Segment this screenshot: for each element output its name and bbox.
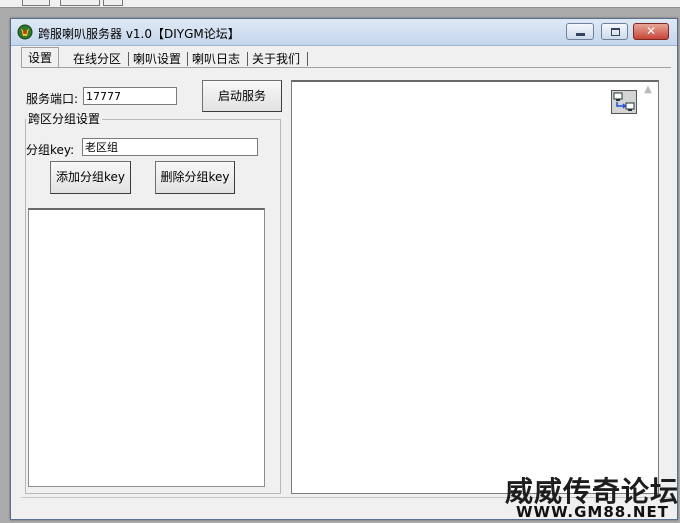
tab-horn-log[interactable]: 喇叭日志: [192, 50, 240, 68]
app-logo-icon: [17, 24, 33, 40]
delete-group-key-button[interactable]: 删除分组key: [155, 161, 235, 194]
network-connection-icon: [611, 90, 637, 114]
maximize-icon: [611, 28, 620, 36]
tab-separator: [247, 52, 248, 66]
cross-zone-group-title: 跨区分组设置: [26, 110, 103, 127]
tab-online-zones[interactable]: 在线分区: [73, 50, 121, 68]
background-fragment: [60, 0, 100, 6]
tab-separator: [307, 52, 308, 66]
scroll-up-arrow-icon[interactable]: ▲: [641, 83, 655, 97]
app-window: 跨服喇叭服务器 v1.0【DIYGM论坛】 ✕ 设置 在线分区 喇叭设置 喇叭日…: [10, 18, 678, 520]
close-icon: ✕: [645, 24, 657, 38]
add-group-key-button[interactable]: 添加分组key: [50, 161, 131, 194]
tab-separator: [128, 52, 129, 66]
tab-about-us[interactable]: 关于我们: [252, 50, 300, 68]
minimize-icon: [576, 33, 585, 36]
maximize-button[interactable]: [601, 23, 628, 40]
group-key-list[interactable]: [28, 208, 265, 487]
tab-horn-settings[interactable]: 喇叭设置: [133, 50, 181, 68]
window-title: 跨服喇叭服务器 v1.0【DIYGM论坛】: [38, 27, 240, 41]
group-key-label: 分组key:: [26, 143, 75, 157]
watermark-url: WWW.GM88.NET: [516, 503, 669, 521]
tab-separator: [187, 52, 188, 66]
service-port-label: 服务端口:: [26, 92, 79, 106]
minimize-button[interactable]: [566, 23, 594, 40]
tab-settings[interactable]: 设置: [21, 47, 60, 68]
service-port-input[interactable]: [83, 87, 177, 105]
group-key-input[interactable]: [82, 138, 258, 156]
title-bar[interactable]: 跨服喇叭服务器 v1.0【DIYGM论坛】 ✕: [11, 19, 677, 46]
background-fragment: [103, 0, 123, 6]
start-service-button[interactable]: 启动服务: [202, 80, 282, 112]
background-fragment: [22, 0, 50, 6]
background-window-strip: [0, 0, 680, 8]
close-button[interactable]: ✕: [633, 23, 669, 40]
tab-pane-border: [21, 67, 671, 68]
log-text-area[interactable]: [291, 80, 659, 494]
